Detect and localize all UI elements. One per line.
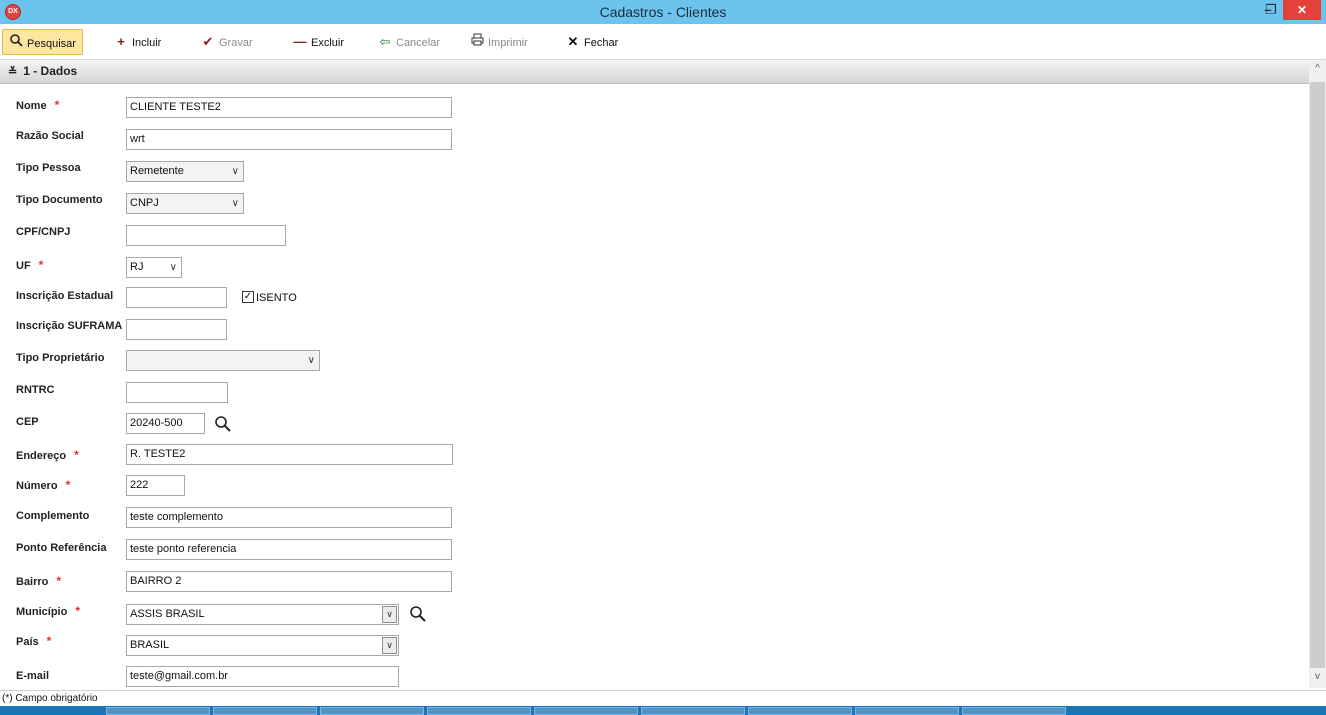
close-window-button[interactable]: ✕ [1283, 0, 1321, 20]
taskbar-item[interactable] [748, 707, 852, 715]
cep-search-icon[interactable] [214, 415, 232, 433]
chevron-down-icon: ∨ [169, 262, 177, 273]
cpf-cnpj-input[interactable] [126, 225, 286, 246]
ponto-referencia-label: Ponto Referência [16, 542, 107, 554]
cancelar-button[interactable]: ⇦ Cancelar [378, 29, 440, 55]
endereco-label: Endereço * [16, 448, 79, 462]
required-marker: * [38, 258, 44, 272]
chevron-down-icon[interactable]: ∨ [382, 637, 397, 654]
taskbar-item[interactable] [962, 707, 1066, 715]
section-title: 1 - Dados [23, 64, 78, 78]
search-icon [9, 30, 23, 56]
required-marker: * [65, 478, 71, 492]
inscricao-estadual-input[interactable] [126, 287, 227, 308]
isento-label: ISENTO [256, 292, 297, 304]
scroll-thumb[interactable] [1310, 82, 1325, 668]
taskbar [0, 706, 1326, 715]
razao-social-input[interactable]: wrt [126, 129, 452, 150]
numero-label: Número * [16, 478, 71, 492]
isento-checkbox[interactable]: ✓ [242, 291, 254, 303]
taskbar-item[interactable] [427, 707, 531, 715]
inscricao-estadual-label: Inscrição Estadual [16, 290, 114, 302]
section-header-dados[interactable]: ≚ 1 - Dados [0, 60, 1309, 84]
close-icon: ✕ [567, 34, 579, 49]
rntrc-label: RNTRC [16, 384, 55, 396]
required-marker: * [56, 574, 62, 588]
excluir-button[interactable]: — Excluir [293, 29, 345, 55]
required-marker: * [54, 98, 60, 112]
collapse-chevron-icon[interactable]: ≚ [8, 61, 17, 84]
imprimir-button[interactable]: Imprimir [470, 29, 528, 55]
cpf-cnpj-label: CPF/CNPJ [16, 226, 71, 238]
municipio-label: Município * [16, 604, 80, 618]
restore-button[interactable]: ❐ [1258, 0, 1284, 20]
window-title: Cadastros - Clientes [599, 4, 727, 20]
complemento-label: Complemento [16, 510, 90, 522]
taskbar-item[interactable] [213, 707, 317, 715]
scroll-down-arrow-icon[interactable]: v [1309, 670, 1326, 684]
title-bar: DX Cadastros - Clientes – ❐ ✕ [0, 0, 1326, 24]
incluir-label: Incluir [132, 37, 162, 49]
pesquisar-label: Pesquisar [27, 38, 76, 50]
tipo-documento-label: Tipo Documento [16, 194, 103, 206]
tipo-pessoa-label: Tipo Pessoa [16, 162, 81, 174]
ponto-referencia-input[interactable]: teste ponto referencia [126, 539, 452, 560]
tipo-pessoa-select[interactable]: Remetente ∨ [126, 161, 244, 182]
fechar-button[interactable]: ✕ Fechar [566, 29, 619, 55]
chevron-down-icon: ∨ [231, 198, 239, 209]
pais-combo[interactable]: BRASIL ∨ [126, 635, 399, 656]
rntrc-input[interactable] [126, 382, 228, 403]
toolbar: Pesquisar + Incluir ✔ Gravar — Excluir ⇦ Can… [0, 24, 1326, 60]
tipo-proprietario-label: Tipo Proprietário [16, 352, 105, 364]
gravar-button[interactable]: ✔ Gravar [201, 29, 253, 55]
taskbar-item[interactable] [534, 707, 638, 715]
taskbar-item[interactable] [106, 707, 210, 715]
tipo-documento-select[interactable]: CNPJ ∨ [126, 193, 244, 214]
chevron-down-icon[interactable]: ∨ [382, 606, 397, 623]
taskbar-item[interactable] [641, 707, 745, 715]
uf-label: UF * [16, 258, 44, 272]
chevron-down-icon: ∨ [307, 355, 315, 366]
excluir-label: Excluir [311, 37, 345, 49]
minus-icon: — [293, 34, 307, 49]
inscricao-suframa-label: Inscrição SUFRAMA [16, 320, 123, 332]
razao-social-label: Razão Social [16, 130, 84, 142]
inscricao-suframa-input[interactable] [126, 319, 227, 340]
required-marker: * [74, 448, 79, 462]
scroll-up-arrow-icon[interactable]: ^ [1309, 62, 1326, 76]
plus-icon: + [117, 34, 125, 49]
nome-label: Nome * [16, 98, 60, 112]
cep-input[interactable]: 20240-500 [126, 413, 205, 434]
numero-input[interactable]: 222 [126, 475, 185, 496]
taskbar-item[interactable] [855, 707, 959, 715]
fechar-label: Fechar [584, 37, 619, 49]
arrow-left-icon: ⇦ [379, 34, 391, 49]
gravar-label: Gravar [219, 37, 253, 49]
incluir-button[interactable]: + Incluir [114, 29, 161, 55]
complemento-input[interactable]: teste complemento [126, 507, 452, 528]
municipio-combo[interactable]: ASSIS BRASIL ∨ [126, 604, 399, 625]
pesquisar-button[interactable]: Pesquisar [2, 29, 83, 55]
tipo-proprietario-select[interactable]: ∨ [126, 350, 320, 371]
cep-label: CEP [16, 416, 39, 428]
imprimir-label: Imprimir [488, 37, 528, 49]
bairro-input[interactable]: BAIRRO 2 [126, 571, 452, 592]
email-input[interactable]: teste@gmail.com.br [126, 666, 399, 687]
required-marker: * [75, 604, 80, 618]
nome-input[interactable]: CLIENTE TESTE2 [126, 97, 452, 118]
endereco-input[interactable]: R. TESTE2 [126, 444, 453, 465]
municipio-search-icon[interactable] [409, 605, 427, 623]
cancelar-label: Cancelar [396, 37, 441, 49]
pais-label: País * [16, 634, 52, 648]
bairro-label: Bairro * [16, 574, 62, 588]
uf-select[interactable]: RJ ∨ [126, 257, 182, 278]
chevron-down-icon: ∨ [231, 166, 239, 177]
printer-icon [470, 29, 484, 55]
taskbar-item[interactable] [320, 707, 424, 715]
email-label: E-mail [16, 670, 50, 682]
required-marker: * [46, 634, 52, 648]
checkmark-icon: ✔ [202, 34, 214, 49]
vertical-scrollbar[interactable]: ^ v [1309, 60, 1326, 688]
required-fields-note: (*) Campo obrigatório [0, 690, 1326, 706]
